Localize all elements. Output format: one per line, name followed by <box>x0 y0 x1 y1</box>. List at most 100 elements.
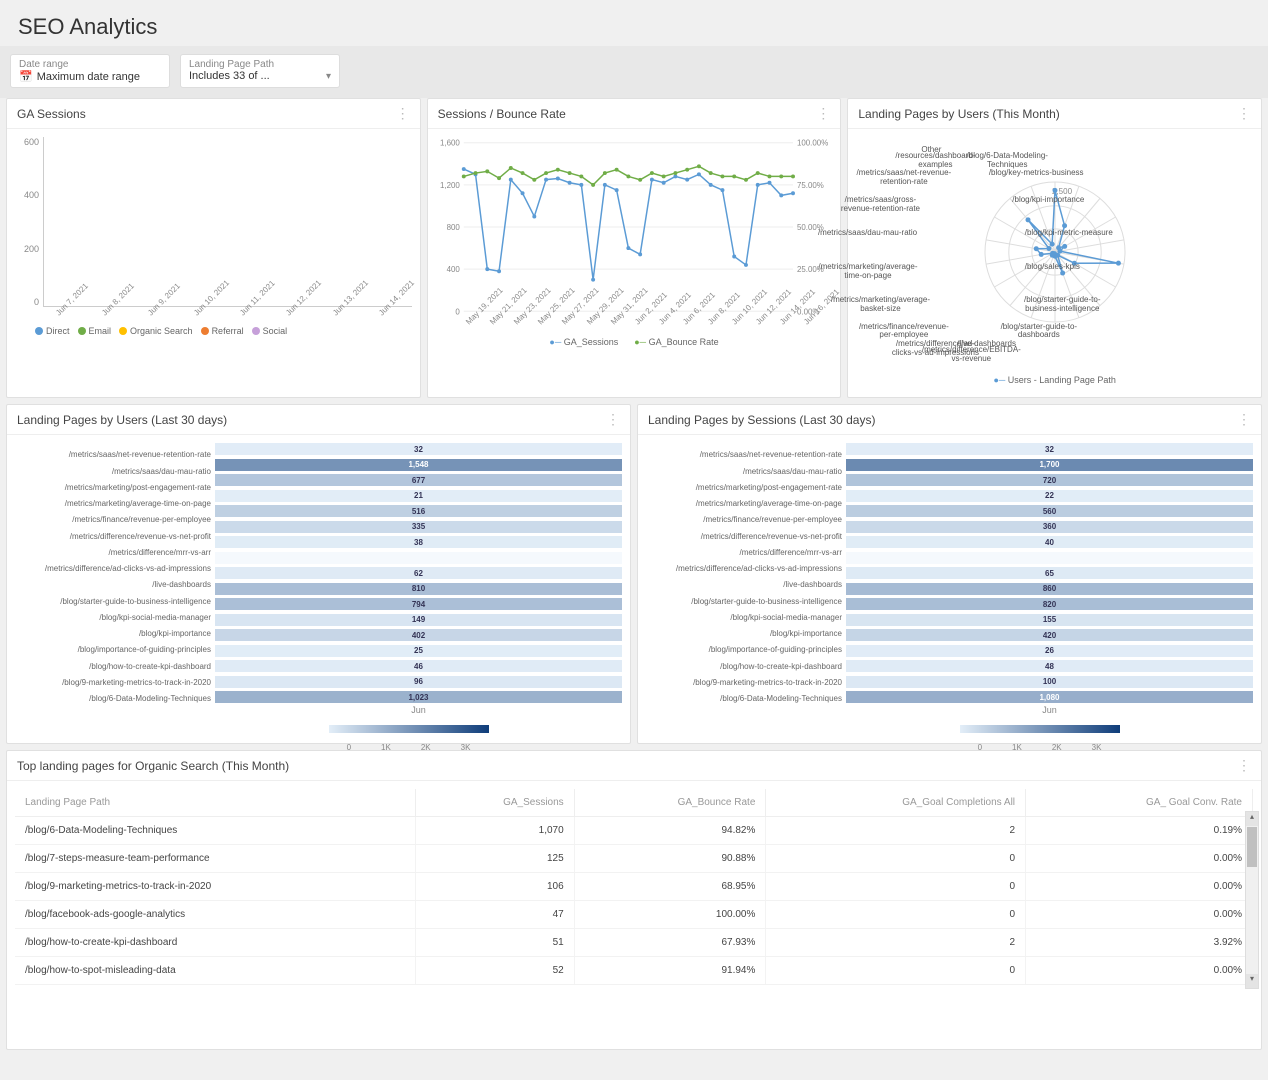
radar-axis-label: /metrics/saas/dau-mau-ratio <box>818 229 917 238</box>
radar-chart: Other/blog/6-Data-Modeling-Techniques/bl… <box>856 137 1253 367</box>
radar-legend: ●─ Users - Landing Page Path <box>856 375 1253 385</box>
heat-cell: 516 <box>215 505 622 517</box>
table-cell: 94.82% <box>574 817 766 845</box>
date-range-label: Date range <box>19 59 161 70</box>
column-header[interactable]: Landing Page Path <box>15 789 416 817</box>
table-cell: 0 <box>766 845 1026 873</box>
table-cell: 0.19% <box>1026 817 1253 845</box>
heat-label: /metrics/finance/revenue-per-employee <box>646 515 842 524</box>
scroll-down-icon[interactable]: ▾ <box>1246 974 1258 988</box>
heat-gradient <box>329 725 489 733</box>
legend-item: Organic Search <box>119 326 193 336</box>
svg-text:1,600: 1,600 <box>440 139 460 148</box>
scroll-thumb[interactable] <box>1247 827 1257 867</box>
y-axis: 6004002000 <box>15 137 43 307</box>
chevron-down-icon: ▾ <box>326 71 331 82</box>
radar-axis-label: /metrics/saas/net-revenue-retention-rate <box>854 169 954 187</box>
card-sessions-bounce: Sessions / Bounce Rate ⋮ 04008001,2001,6… <box>427 98 842 398</box>
heat-label: /metrics/saas/dau-mau-ratio <box>15 467 211 476</box>
heat-cell: 21 <box>215 490 622 502</box>
heat-cell: 1,700 <box>846 459 1253 471</box>
line-legend: ●─ GA_Sessions ●─ GA_Bounce Rate <box>436 337 833 347</box>
heat-label: /metrics/difference/mrr-vs-arr <box>646 548 842 557</box>
heat-label: /metrics/difference/revenue-vs-net-profi… <box>646 532 842 541</box>
table-cell: 0.00% <box>1026 957 1253 985</box>
table-row[interactable]: /blog/7-steps-measure-team-performance12… <box>15 845 1253 873</box>
card-title: Sessions / Bounce Rate <box>438 107 566 121</box>
heat-label: /blog/9-marketing-metrics-to-track-in-20… <box>15 678 211 687</box>
card-radar-users: Landing Pages by Users (This Month) ⋮ Ot… <box>847 98 1262 398</box>
heat-cell <box>215 552 622 564</box>
heat-cell: 860 <box>846 583 1253 595</box>
card-menu-icon[interactable]: ⋮ <box>816 105 830 122</box>
heat-label: /metrics/marketing/average-time-on-page <box>15 499 211 508</box>
heat-cell: 1,080 <box>846 691 1253 703</box>
heat-cell: 677 <box>215 474 622 486</box>
table-cell: /blog/9-marketing-metrics-to-track-in-20… <box>15 873 416 901</box>
table-cell: 51 <box>416 929 574 957</box>
table-cell: /blog/how-to-spot-misleading-data <box>15 957 416 985</box>
heat-label: /metrics/saas/net-revenue-retention-rate <box>15 450 211 459</box>
heat-cell: 25 <box>215 645 622 657</box>
heat-label: /metrics/difference/ad-clicks-vs-ad-impr… <box>15 564 211 573</box>
column-header[interactable]: GA_Bounce Rate <box>574 789 766 817</box>
radar-axis-label: /blog/kpi-metric-measure <box>1025 229 1113 238</box>
heat-cell: 22 <box>846 490 1253 502</box>
date-range-dropdown[interactable]: Date range 📅Maximum date range <box>10 54 170 88</box>
landing-page-path-dropdown[interactable]: Landing Page Path Includes 33 of ...▾ <box>180 54 340 88</box>
bar-legend: DirectEmailOrganic SearchReferralSocial <box>15 320 412 342</box>
heat-label: /metrics/marketing/average-time-on-page <box>646 499 842 508</box>
card-menu-icon[interactable]: ⋮ <box>396 105 410 122</box>
legend-item: Direct <box>35 326 70 336</box>
column-header[interactable]: GA_Sessions <box>416 789 574 817</box>
heat-label: /metrics/marketing/post-engagement-rate <box>15 483 211 492</box>
column-header[interactable]: GA_Goal Completions All <box>766 789 1026 817</box>
table-cell: 2 <box>766 817 1026 845</box>
table-cell: /blog/how-to-create-kpi-dashboard <box>15 929 416 957</box>
svg-text:400: 400 <box>446 265 460 274</box>
card-menu-icon[interactable]: ⋮ <box>1237 757 1251 774</box>
table-cell: /blog/6-Data-Modeling-Techniques <box>15 817 416 845</box>
heat-cell: 32 <box>215 443 622 455</box>
card-menu-icon[interactable]: ⋮ <box>1237 105 1251 122</box>
heat-label: /blog/how-to-create-kpi-dashboard <box>646 662 842 671</box>
heat-cell: 402 <box>215 629 622 641</box>
heat-label: /blog/kpi-social-media-manager <box>646 613 842 622</box>
card-ga-sessions: GA Sessions ⋮ 6004002000 Jun 7, 2021Jun … <box>6 98 421 398</box>
heat-cell: 810 <box>215 583 622 595</box>
radar-axis-label: /blog/sales-kpis <box>1025 263 1080 272</box>
table-cell: 52 <box>416 957 574 985</box>
calendar-icon: 📅 <box>19 70 33 83</box>
card-menu-icon[interactable]: ⋮ <box>1237 411 1251 428</box>
table-row[interactable]: /blog/6-Data-Modeling-Techniques1,07094.… <box>15 817 1253 845</box>
table-cell: 0 <box>766 957 1026 985</box>
table-cell: 0.00% <box>1026 845 1253 873</box>
heat-cell: 46 <box>215 660 622 672</box>
table-row[interactable]: /blog/facebook-ads-google-analytics47100… <box>15 901 1253 929</box>
radar-axis-label: /metrics/marketing/average-basket-size <box>830 296 930 314</box>
radar-axis-label: /blog/kpi-importance <box>1012 196 1084 205</box>
table-cell: 90.88% <box>574 845 766 873</box>
card-title: Top landing pages for Organic Search (Th… <box>17 759 289 773</box>
heat-label: /blog/6-Data-Modeling-Techniques <box>646 694 842 703</box>
table-cell: /blog/facebook-ads-google-analytics <box>15 901 416 929</box>
heat-cell: 1,548 <box>215 459 622 471</box>
table-row[interactable]: /blog/how-to-create-kpi-dashboard5167.93… <box>15 929 1253 957</box>
card-table-top-landing: Top landing pages for Organic Search (Th… <box>6 750 1262 1050</box>
card-menu-icon[interactable]: ⋮ <box>606 411 620 428</box>
table-cell: /blog/7-steps-measure-team-performance <box>15 845 416 873</box>
table-row[interactable]: /blog/9-marketing-metrics-to-track-in-20… <box>15 873 1253 901</box>
table-row[interactable]: /blog/how-to-spot-misleading-data5291.94… <box>15 957 1253 985</box>
column-header[interactable]: GA_ Goal Conv. Rate <box>1026 789 1253 817</box>
heat-label: /metrics/difference/mrr-vs-arr <box>15 548 211 557</box>
svg-text:800: 800 <box>446 223 460 232</box>
table-scrollbar[interactable]: ▴ ▾ <box>1245 811 1259 989</box>
heat-label: /metrics/difference/revenue-vs-net-profi… <box>15 532 211 541</box>
scroll-up-icon[interactable]: ▴ <box>1246 812 1258 826</box>
heat-xlabel: Jun <box>15 705 622 715</box>
card-heat-users: Landing Pages by Users (Last 30 days) ⋮ … <box>6 404 631 744</box>
heat-cell: 40 <box>846 536 1253 548</box>
x-axis-labels: Jun 7, 2021Jun 8, 2021Jun 9, 2021Jun 10,… <box>15 311 412 320</box>
heat-label: /blog/starter-guide-to-business-intellig… <box>646 597 842 606</box>
heat-cell: 149 <box>215 614 622 626</box>
